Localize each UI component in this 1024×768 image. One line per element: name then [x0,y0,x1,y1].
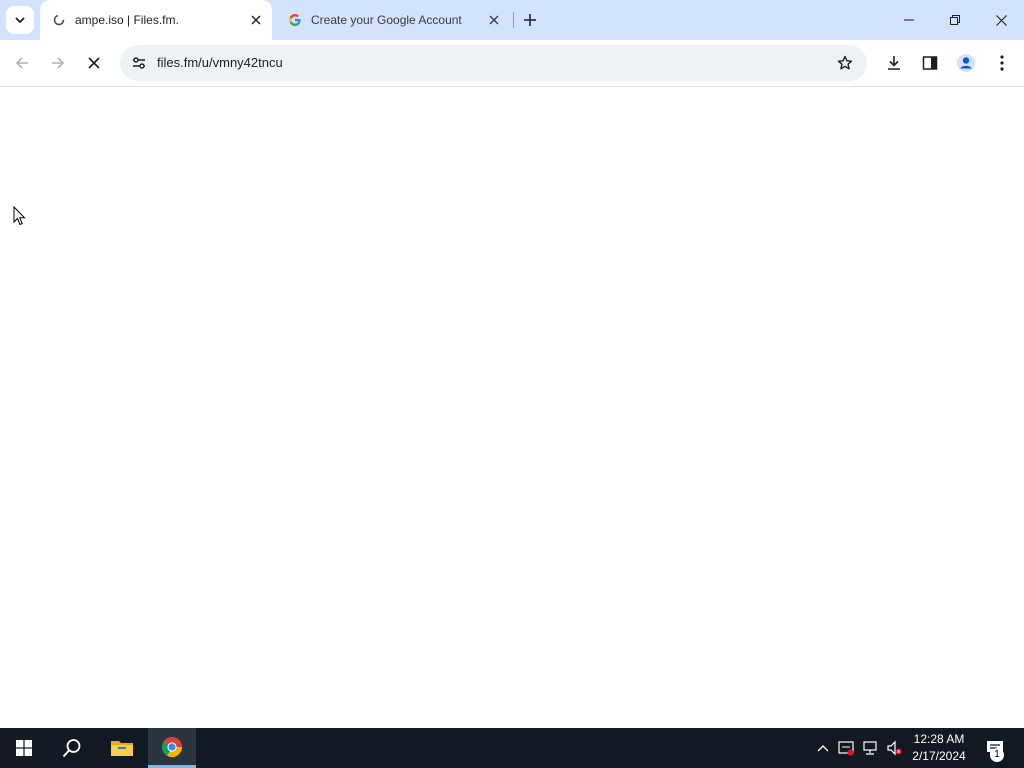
avatar-icon [957,54,975,72]
chevron-up-icon [817,745,829,752]
minimize-icon [904,19,914,21]
system-clock[interactable]: 12:28 AM 2/17/2024 [905,731,973,765]
show-hidden-icons-button[interactable] [815,740,831,756]
close-icon [995,14,1007,26]
restore-icon [950,15,960,25]
plus-icon [524,14,536,26]
download-icon [888,56,900,70]
notification-count-badge: 1 [990,748,1004,762]
menu-button[interactable] [988,49,1016,77]
mouse-cursor-icon [13,206,26,226]
tab-title: ampe.iso | Files.fm. [75,13,179,27]
back-button[interactable] [8,49,36,77]
clock-date: 2/17/2024 [912,749,966,763]
star-icon [837,55,853,70]
tab-google-account[interactable]: Create your Google Account [280,0,510,40]
close-tab-icon[interactable] [484,10,504,30]
restore-button[interactable] [932,0,978,40]
file-explorer-button[interactable] [98,728,146,768]
close-tab-icon[interactable] [246,10,266,30]
tab-search-button[interactable] [6,6,34,34]
bookmark-star-button[interactable] [833,51,857,75]
start-button[interactable] [0,728,48,768]
stop-loading-button[interactable] [80,49,108,77]
forward-button[interactable] [44,49,72,77]
folder-icon [111,741,133,756]
tab-files-fm[interactable]: ampe.iso | Files.fm. [40,0,272,40]
clock-time: 12:28 AM [913,732,965,746]
arrow-left-icon [15,57,28,69]
windows-logo-icon [16,740,32,756]
arrow-right-icon [52,57,65,69]
side-panel-icon [922,56,938,70]
browser-toolbar: files.fm/u/vmny42tncu [0,40,1024,87]
side-panel-button[interactable] [916,49,944,77]
chrome-taskbar-button[interactable] [148,728,196,768]
search-icon [62,739,81,758]
security-tray-icon[interactable] [838,740,854,756]
loading-spinner-icon [51,12,67,28]
new-tab-button[interactable] [518,8,542,32]
minimize-button[interactable] [886,0,932,40]
kebab-menu-icon [1000,55,1004,71]
chrome-icon [161,736,183,757]
windows-taskbar: 12:28 AM 2/17/2024 [0,728,1024,768]
profile-button[interactable] [952,49,980,77]
close-window-button[interactable] [978,0,1024,40]
site-info-icon[interactable] [128,52,150,74]
network-icon[interactable] [862,740,878,756]
tab-separator [513,12,514,28]
stop-icon [88,57,100,69]
tab-title: Create your Google Account [311,13,462,27]
chevron-down-icon [15,17,25,24]
url-text[interactable]: files.fm/u/vmny42tncu [157,55,283,70]
volume-muted-icon[interactable] [886,740,902,756]
tab-strip: ampe.iso | Files.fm. Create your Google … [0,0,1024,40]
page-content [0,87,1024,728]
downloads-button[interactable] [880,49,908,77]
search-button[interactable] [48,728,96,768]
google-logo-icon [287,12,303,28]
address-bar[interactable]: files.fm/u/vmny42tncu [120,45,867,81]
